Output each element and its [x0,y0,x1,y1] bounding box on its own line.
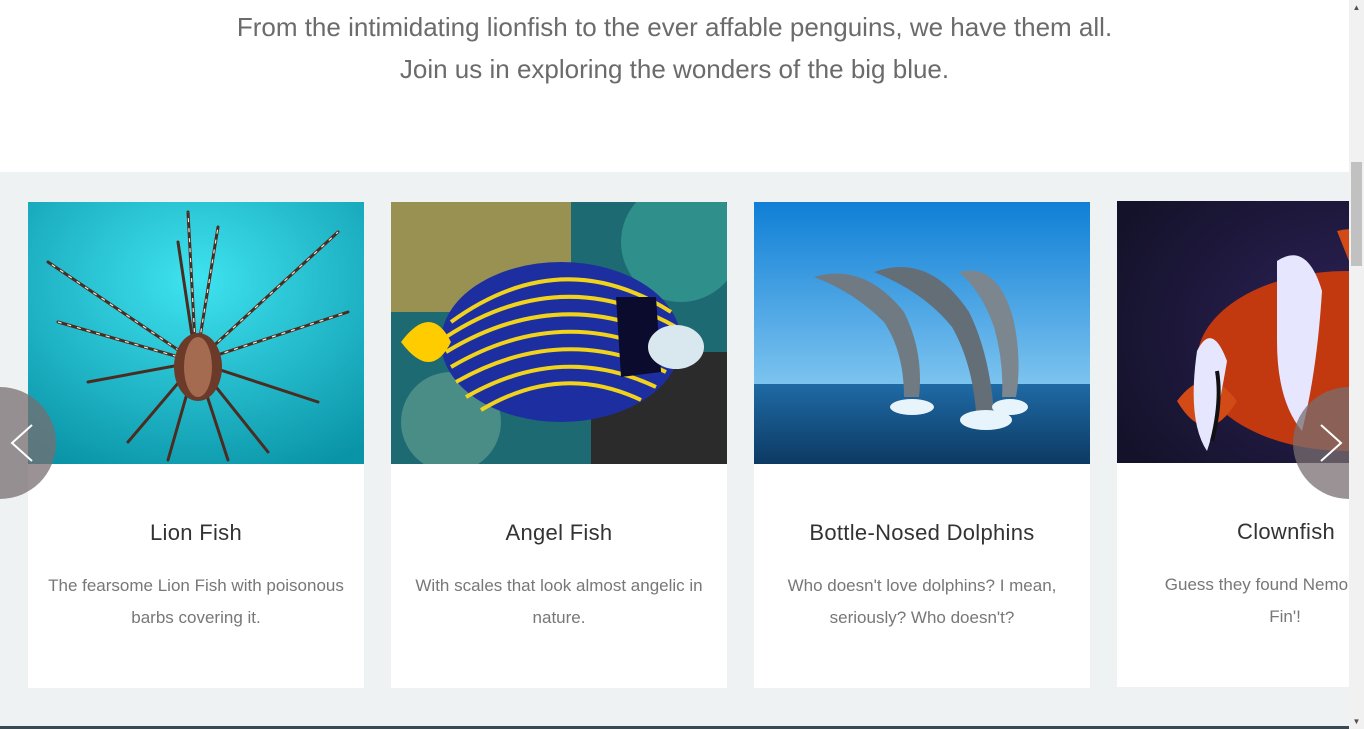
card-description: With scales that look almost angelic in … [415,576,703,627]
chevron-right-icon [1320,424,1343,462]
card-title[interactable]: Lion Fish [28,520,364,546]
card-title[interactable]: Angel Fish [391,520,727,546]
scroll-thumb[interactable] [1351,162,1362,266]
scroll-down-icon[interactable]: ▼ [1349,714,1364,729]
lion-fish-image [28,202,364,464]
card-angel-fish[interactable]: Angel Fish With scales that look almost … [391,202,727,688]
page-scrollbar[interactable]: ▲ ▼ [1349,0,1364,729]
card-bottle-nosed-dolphins[interactable]: Bottle-Nosed Dolphins Who doesn't love d… [754,202,1090,688]
intro-section: From the intimidating lionfish to the ev… [0,0,1349,172]
chevron-left-icon [10,424,33,462]
card-description: Guess they found Nemo, 'Lucky Fin'! [1164,575,1349,626]
card-lion-fish[interactable]: Lion Fish The fearsome Lion Fish with po… [28,202,364,688]
card-title[interactable]: Clownfish [1237,519,1335,545]
card-title[interactable]: Bottle-Nosed Dolphins [754,520,1090,546]
card-description: The fearsome Lion Fish with poisonous ba… [48,576,344,627]
intro-line-1: From the intimidating lionfish to the ev… [236,12,1113,42]
card-description: Who doesn't love dolphins? I mean, serio… [787,576,1057,627]
intro-line-2: Join us in exploring the wonders of the … [399,54,950,84]
scroll-up-icon[interactable]: ▲ [1349,0,1364,15]
animal-carousel: Lion Fish The fearsome Lion Fish with po… [0,172,1349,729]
dolphins-image [754,202,1090,464]
angel-fish-image [391,202,727,464]
